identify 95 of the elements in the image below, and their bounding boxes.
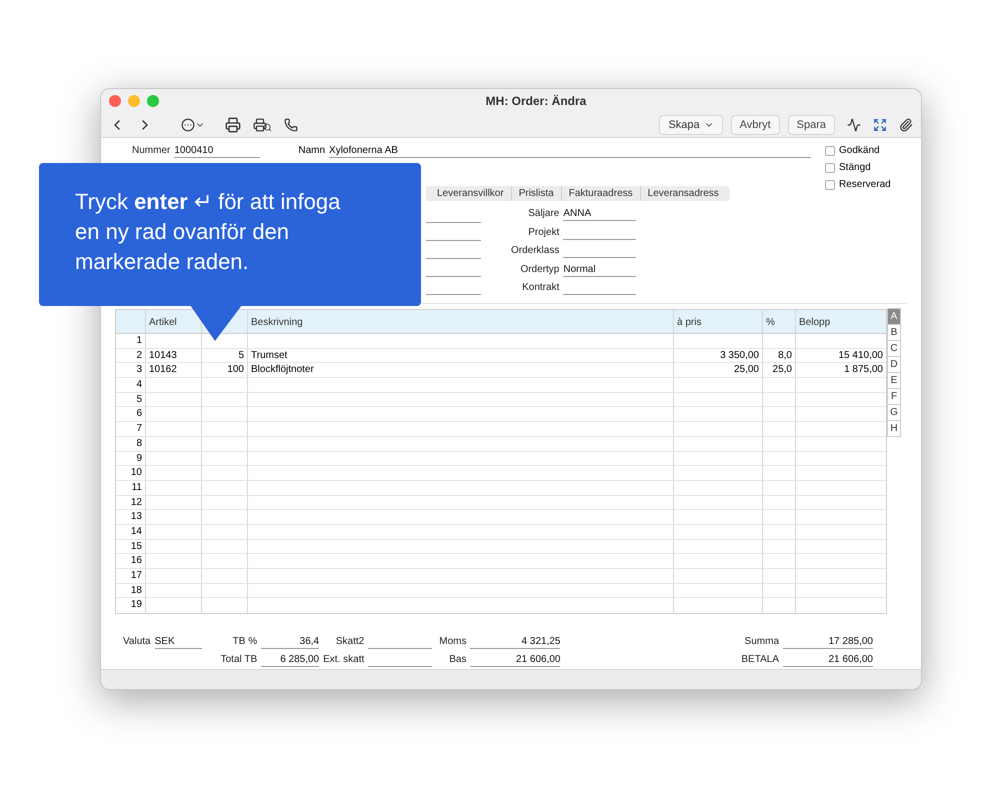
toolbar-button[interactable]: Spara [788, 115, 835, 135]
field-label: Projekt [528, 226, 560, 240]
row-number: 1 [136, 335, 142, 346]
checkbox-label: Reserverad [839, 178, 891, 192]
table-cell: 3 350,00 [720, 350, 759, 361]
input-field[interactable]: 21 606,00 [470, 653, 560, 668]
row-number: 14 [130, 526, 142, 537]
row-number: 10 [130, 467, 142, 478]
row-number: 19 [130, 599, 142, 610]
field-label: Valuta [123, 635, 151, 650]
field-label: Kontrakt [522, 281, 560, 295]
row-number: 9 [136, 452, 142, 464]
field-label: Namn [298, 144, 326, 158]
row-number: 2 [136, 350, 142, 361]
side-tab[interactable]: G [887, 404, 901, 421]
row-number: 13 [130, 511, 142, 522]
minimize-icon[interactable] [128, 95, 140, 107]
table-cell: Trumset [251, 350, 288, 361]
row-number: 15 [130, 540, 142, 552]
table-cell: Blockflöjtnoter [251, 364, 314, 376]
side-tab[interactable]: C [887, 340, 901, 357]
paperclip-icon[interactable] [899, 118, 913, 132]
input-field[interactable]: 17 285,00 [783, 635, 873, 650]
input-field[interactable]: 1000410 [174, 144, 260, 158]
row-number: 16 [130, 555, 142, 566]
input-field[interactable]: 36,4 [261, 635, 320, 650]
input-field[interactable]: Xylofonerna AB [329, 144, 811, 158]
callout-text: Tryck enter ↵ för att infoga en ny rad ovanför den markerade raden. [75, 188, 342, 276]
field-label: Moms [439, 635, 466, 650]
table-cell: 5 [238, 350, 244, 361]
tab[interactable]: Leveransadress [640, 186, 726, 201]
tab[interactable]: Leveransvillkor [430, 186, 511, 201]
field-label: Ext. skatt [323, 653, 364, 668]
row-number: 4 [136, 379, 142, 390]
phone-icon[interactable] [284, 118, 298, 132]
input-field[interactable]: SEK [154, 635, 202, 650]
checkbox[interactable] [825, 146, 835, 156]
checkbox-label: Stängd [839, 161, 871, 175]
table-cell: 25,0 [772, 364, 792, 376]
side-tab[interactable]: B [887, 324, 901, 341]
expand-icon[interactable] [873, 118, 887, 132]
field-label: Orderklass [511, 244, 560, 258]
input-field[interactable]: ANNA [563, 207, 636, 221]
field-label: Summa [744, 635, 779, 650]
create-dropdown[interactable]: Skapa [659, 115, 723, 135]
row-number: 11 [132, 482, 142, 493]
column-header[interactable]: % [766, 315, 792, 330]
side-tab[interactable]: D [887, 356, 901, 373]
input-field[interactable]: Normal [563, 262, 636, 276]
table-cell: 25,00 [734, 364, 759, 376]
window-title: MH: Order: Ändra [486, 93, 586, 110]
field-label: Ordertyp [520, 262, 560, 276]
checkbox-label: Godkänd [839, 144, 880, 158]
row-number: 17 [130, 570, 142, 581]
column-header[interactable]: Artikel [149, 315, 198, 330]
zoom-icon[interactable] [147, 95, 159, 107]
input-field[interactable]: 21 606,00 [783, 653, 873, 668]
tab[interactable]: Fakturaadress [560, 186, 640, 201]
column-header[interactable]: Belopp [799, 315, 883, 330]
field-label: BETALA [741, 653, 779, 668]
table-cell: 8,0 [778, 350, 792, 361]
side-tab[interactable]: F [887, 388, 901, 405]
field-label: TB % [232, 635, 258, 650]
field-label: Skatt2 [336, 635, 364, 650]
row-number: 6 [136, 408, 142, 420]
field-label: Total TB [220, 653, 258, 668]
row-number: 18 [130, 584, 142, 596]
input-field[interactable]: 4 321,25 [470, 635, 560, 650]
printer-icon[interactable] [225, 117, 241, 133]
column-header[interactable]: à pris [677, 315, 759, 330]
activity-icon[interactable] [847, 118, 861, 132]
toolbar-button[interactable]: Avbryt [730, 115, 780, 135]
side-tab[interactable]: E [887, 372, 901, 389]
column-header[interactable]: Beskrivning [251, 315, 670, 330]
row-number: 5 [136, 394, 142, 405]
checkbox[interactable] [825, 162, 835, 172]
row-number: 3 [136, 364, 142, 376]
row-number: 8 [136, 438, 142, 449]
side-tab[interactable]: H [887, 420, 901, 437]
row-number: 12 [130, 496, 142, 508]
field-label: Säljare [528, 207, 560, 221]
close-icon[interactable] [109, 95, 121, 107]
input-field[interactable]: 6 285,00 [261, 653, 320, 668]
table-cell: 15 410,00 [838, 350, 883, 361]
table-cell: 10143 [149, 350, 177, 361]
tab[interactable]: Prislista [510, 186, 561, 201]
table-cell: 10162 [149, 364, 177, 376]
table-cell: 1 875,00 [844, 364, 883, 376]
field-label: Bas [449, 653, 466, 668]
field-label: Nummer [132, 144, 170, 158]
checkbox[interactable] [825, 180, 835, 190]
row-number: 7 [136, 423, 142, 434]
print-preview-icon[interactable] [253, 118, 272, 132]
more-menu-icon[interactable] [181, 118, 205, 132]
table-cell: 100 [227, 364, 244, 376]
